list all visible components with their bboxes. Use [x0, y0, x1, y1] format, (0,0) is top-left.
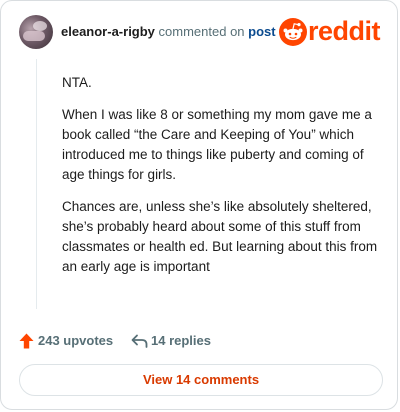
view-comments-button[interactable]: View 14 comments [19, 364, 383, 396]
reddit-wordmark: reddit [308, 16, 381, 46]
avatar[interactable] [19, 15, 53, 49]
comment-paragraph: Chances are, unless she’s like absolutel… [62, 199, 378, 274]
post-link[interactable]: post [248, 24, 275, 39]
upvote-arrow-icon[interactable] [19, 333, 34, 349]
comment-paragraph: NTA. [62, 75, 92, 90]
username[interactable]: eleanor-a-rigby [61, 24, 155, 39]
comment-body: NTA. When I was like 8 or something my m… [62, 73, 380, 289]
thread-line [36, 59, 37, 309]
reddit-snoo-icon [279, 18, 307, 46]
comment-paragraph: When I was like 8 or something my mom ga… [62, 107, 372, 182]
comment-card: eleanor-a-rigby commented on post reddit… [0, 0, 398, 410]
replies-count[interactable]: 14 replies [151, 333, 211, 348]
reddit-logo[interactable]: reddit [279, 16, 387, 48]
comment-header: eleanor-a-rigby commented on post [61, 24, 276, 40]
reply-arrow-icon[interactable] [131, 334, 148, 348]
upvote-count: 243 upvotes [38, 333, 114, 348]
commented-on-label: commented on [158, 24, 245, 39]
